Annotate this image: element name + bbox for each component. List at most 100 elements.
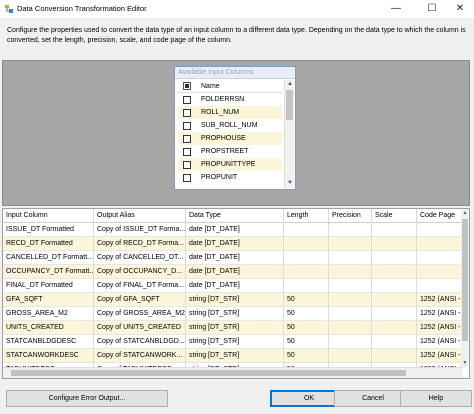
code-page-cell[interactable]: 1252 (ANSI -	[417, 335, 463, 349]
columns-scrollbar[interactable]: ▲ ▼	[284, 80, 294, 188]
scroll-down-icon[interactable]: ▼	[461, 359, 469, 367]
precision-cell[interactable]	[329, 237, 372, 251]
data-type-cell[interactable]: date [DT_DATE]	[186, 265, 284, 279]
header-length[interactable]: Length	[284, 209, 329, 223]
column-checkbox[interactable]	[183, 95, 191, 104]
configure-error-output-button[interactable]: Configure Error Output...	[6, 390, 168, 407]
input-column-cell[interactable]: STATCANWORKDESC	[3, 349, 94, 363]
input-column-cell[interactable]: FINAL_DT Formatted	[3, 279, 94, 293]
column-checkbox[interactable]	[183, 147, 191, 156]
maximize-button[interactable]: ☐	[418, 0, 446, 16]
select-all-checkbox[interactable]	[183, 82, 191, 90]
scale-cell[interactable]	[372, 293, 417, 307]
table-row[interactable]: FINAL_DT Formatted Copy of FINAL_DT Form…	[3, 279, 463, 293]
scale-cell[interactable]	[372, 279, 417, 293]
column-checkbox[interactable]	[183, 108, 191, 117]
data-type-cell[interactable]: string [DT_STR]	[186, 293, 284, 307]
table-row[interactable]: STATCANWORKDESC Copy of STATCANWORK... s…	[3, 349, 463, 363]
output-alias-cell[interactable]: Copy of STATCANWORK...	[94, 349, 186, 363]
data-type-cell[interactable]: date [DT_DATE]	[186, 223, 284, 237]
column-item[interactable]: FOLDERRSN	[178, 93, 282, 106]
data-type-cell[interactable]: date [DT_DATE]	[186, 251, 284, 265]
code-page-cell[interactable]: 1252 (ANSI -	[417, 307, 463, 321]
code-page-cell[interactable]	[417, 279, 463, 293]
grid-vertical-scrollbar[interactable]: ▲ ▼	[461, 209, 469, 367]
column-checkbox[interactable]	[183, 160, 191, 169]
code-page-cell[interactable]	[417, 265, 463, 279]
code-page-cell[interactable]: 1252 (ANSI -	[417, 349, 463, 363]
table-row[interactable]: GFA_SQFT Copy of GFA_SQFT string [DT_STR…	[3, 293, 463, 307]
length-cell[interactable]: 50	[284, 335, 329, 349]
header-scale[interactable]: Scale	[372, 209, 417, 223]
minimize-button[interactable]: —	[382, 0, 410, 16]
input-column-cell[interactable]: RECD_DT Formatted	[3, 237, 94, 251]
column-item[interactable]: PROPUNITTYPE	[178, 158, 282, 171]
column-item[interactable]: PROPUNIT	[178, 171, 282, 184]
length-cell[interactable]	[284, 251, 329, 265]
length-cell[interactable]	[284, 237, 329, 251]
precision-cell[interactable]	[329, 223, 372, 237]
output-alias-cell[interactable]: Copy of RECD_DT Forma...	[94, 237, 186, 251]
length-cell[interactable]	[284, 265, 329, 279]
output-alias-cell[interactable]: Copy of GROSS_AREA_M2	[94, 307, 186, 321]
length-cell[interactable]: 50	[284, 349, 329, 363]
code-page-cell[interactable]: 1252 (ANSI -	[417, 321, 463, 335]
output-alias-cell[interactable]: Copy of OCCUPANCY_D...	[94, 265, 186, 279]
scale-cell[interactable]	[372, 307, 417, 321]
table-row[interactable]: GROSS_AREA_M2 Copy of GROSS_AREA_M2 stri…	[3, 307, 463, 321]
column-item[interactable]: SUB_ROLL_NUM	[178, 119, 282, 132]
data-type-cell[interactable]: string [DT_STR]	[186, 335, 284, 349]
table-row[interactable]: UNITS_CREATED Copy of UNITS_CREATED stri…	[3, 321, 463, 335]
column-item[interactable]: PROPHOUSE	[178, 132, 282, 145]
input-column-cell[interactable]: STATCANBLDGDESC	[3, 335, 94, 349]
scale-cell[interactable]	[372, 321, 417, 335]
help-button[interactable]: Help	[400, 390, 472, 407]
column-item[interactable]: ROLL_NUM	[178, 106, 282, 119]
precision-cell[interactable]	[329, 251, 372, 265]
input-column-cell[interactable]: GROSS_AREA_M2	[3, 307, 94, 321]
length-cell[interactable]: 50	[284, 293, 329, 307]
scroll-thumb[interactable]	[462, 219, 468, 341]
length-cell[interactable]: 50	[284, 307, 329, 321]
header-input-column[interactable]: Input Column	[3, 209, 94, 223]
header-code-page[interactable]: Code Page	[417, 209, 463, 223]
length-cell[interactable]	[284, 279, 329, 293]
close-button[interactable]: ✕	[446, 0, 474, 16]
precision-cell[interactable]	[329, 349, 372, 363]
output-alias-cell[interactable]: Copy of GFA_SQFT	[94, 293, 186, 307]
data-type-cell[interactable]: string [DT_STR]	[186, 349, 284, 363]
scale-cell[interactable]	[372, 265, 417, 279]
precision-cell[interactable]	[329, 321, 372, 335]
precision-cell[interactable]	[329, 279, 372, 293]
precision-cell[interactable]	[329, 293, 372, 307]
scroll-up-icon[interactable]: ▲	[461, 209, 469, 217]
scale-cell[interactable]	[372, 349, 417, 363]
code-page-cell[interactable]	[417, 251, 463, 265]
scroll-thumb[interactable]	[286, 90, 293, 120]
input-column-cell[interactable]: GFA_SQFT	[3, 293, 94, 307]
column-item[interactable]: PROPSTREET	[178, 145, 282, 158]
column-checkbox[interactable]	[183, 134, 191, 143]
header-precision[interactable]: Precision	[329, 209, 372, 223]
data-type-cell[interactable]: string [DT_STR]	[186, 321, 284, 335]
scale-cell[interactable]	[372, 335, 417, 349]
data-type-cell[interactable]: date [DT_DATE]	[186, 237, 284, 251]
scroll-thumb[interactable]	[11, 370, 406, 376]
grid-horizontal-scrollbar[interactable]	[3, 367, 463, 378]
header-output-alias[interactable]: Output Alias	[94, 209, 186, 223]
code-page-cell[interactable]	[417, 237, 463, 251]
precision-cell[interactable]	[329, 307, 372, 321]
column-checkbox[interactable]	[183, 121, 191, 130]
output-alias-cell[interactable]: Copy of ISSUE_DT Forma...	[94, 223, 186, 237]
scroll-up-icon[interactable]: ▲	[285, 80, 295, 89]
code-page-cell[interactable]	[417, 223, 463, 237]
input-column-cell[interactable]: UNITS_CREATED	[3, 321, 94, 335]
data-type-cell[interactable]: date [DT_DATE]	[186, 279, 284, 293]
data-type-cell[interactable]: string [DT_STR]	[186, 307, 284, 321]
table-row[interactable]: STATCANBLDGDESC Copy of STATCANBLDGD... …	[3, 335, 463, 349]
scale-cell[interactable]	[372, 251, 417, 265]
length-cell[interactable]	[284, 223, 329, 237]
table-row[interactable]: RECD_DT Formatted Copy of RECD_DT Forma.…	[3, 237, 463, 251]
input-column-cell[interactable]: CANCELLED_DT Formatt...	[3, 251, 94, 265]
output-alias-cell[interactable]: Copy of UNITS_CREATED	[94, 321, 186, 335]
